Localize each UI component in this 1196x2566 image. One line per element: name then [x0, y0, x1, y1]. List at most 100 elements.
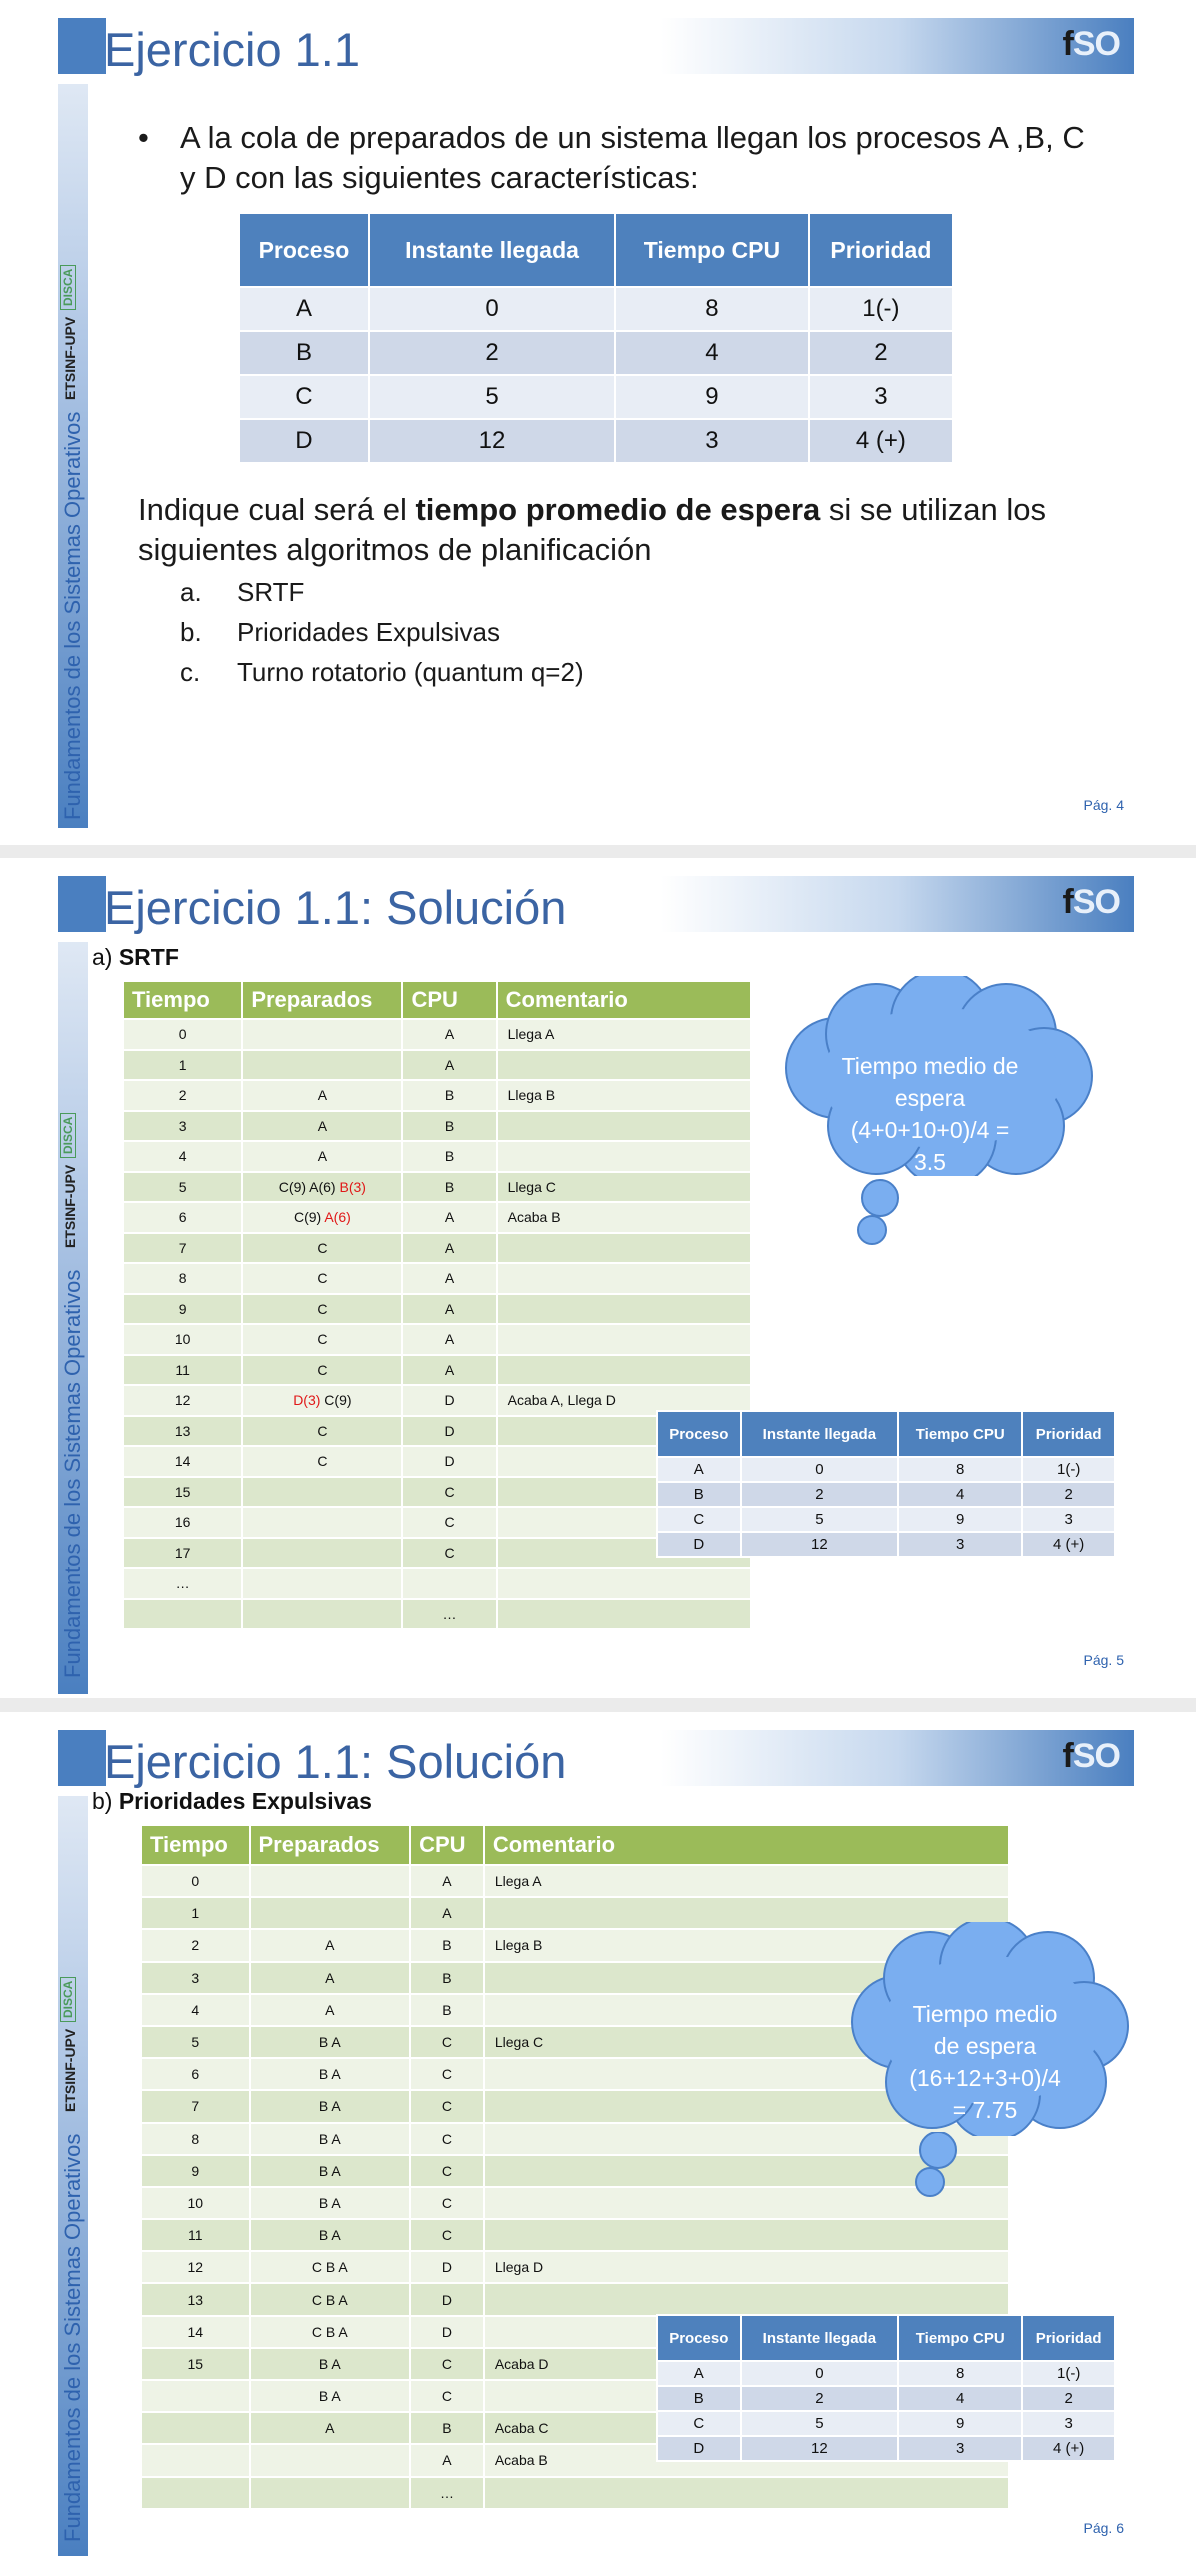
vertical-course-title: Fundamentos de los Sistemas Operativos — [60, 2133, 85, 2542]
table-cell: 2 — [739, 2385, 900, 2412]
table-row: 10 B AC — [140, 2185, 1011, 2221]
table-cell — [241, 1567, 404, 1600]
table-cell — [241, 1475, 404, 1508]
table-cell: A — [248, 1992, 412, 2027]
table-cell: 2 — [140, 1928, 251, 1963]
column-header: Preparados — [241, 980, 404, 1020]
table-cell: C — [241, 1445, 404, 1478]
column-header: Tiempo — [121, 980, 244, 1020]
table-cell: D — [401, 1414, 498, 1447]
table-cell: 12 — [140, 2250, 251, 2285]
table-cell: 0 — [739, 2360, 900, 2387]
table-cell: 8 — [121, 1262, 244, 1295]
table-cell: B — [656, 1481, 742, 1508]
column-header: Prioridad — [1021, 1410, 1116, 1458]
table-cell: 17 — [121, 1536, 244, 1569]
table-row: A 0 8 1(-) — [656, 1456, 1116, 1483]
vertical-course-title: Fundamentos de los Sistemas Operativos — [60, 1269, 85, 1678]
table-cell — [121, 1597, 244, 1630]
table-cell: 5 — [140, 2024, 251, 2060]
table-row: 5 C(9) A(6) B(3) B Llega C — [121, 1170, 753, 1203]
table-cell: 1 — [140, 1896, 251, 1931]
table-cell — [482, 2218, 1011, 2253]
table-cell: A — [401, 1262, 498, 1295]
table-row: … — [121, 1597, 753, 1630]
table-cell: C — [409, 2346, 485, 2382]
table-cell: A — [409, 1896, 485, 1931]
table-cell: A — [409, 1863, 485, 1899]
slide-title: Ejercicio 1.1 — [104, 23, 360, 76]
table-cell: B — [401, 1079, 498, 1112]
table-cell: A — [401, 1323, 498, 1356]
table-cell: B A — [248, 2089, 412, 2124]
process-table-small: Proceso Instante llegada Tiempo CPU Priorid… — [656, 2314, 1116, 2462]
table-row: 3AB — [121, 1109, 753, 1142]
table-row: 0 A Llega A — [140, 1863, 1011, 1899]
column-header: Prioridad — [1021, 2314, 1116, 2362]
table-cell: C — [241, 1262, 404, 1295]
thought-bubble-tail — [857, 1179, 899, 1245]
table-cell: B A — [248, 2218, 412, 2253]
table-cell: 4 (+) — [1021, 1531, 1116, 1558]
table-cell: B — [409, 1992, 485, 2027]
column-header: Instante llegada — [739, 2314, 900, 2362]
table-row: 11 C A — [121, 1353, 753, 1386]
table-cell: A — [248, 1928, 412, 1963]
fso-logo: fSO — [1062, 1737, 1121, 1775]
table-row: 9CA — [121, 1292, 753, 1325]
table-cell: A — [401, 1018, 498, 1051]
table-cell: 3 — [1021, 1506, 1116, 1533]
table-cell: 4 — [614, 330, 810, 376]
table-cell: Llega D — [482, 2250, 1011, 2285]
table-cell — [241, 1536, 404, 1569]
table-cell — [248, 2443, 412, 2478]
slide-page-6: Ejercicio 1.1: Solución fSO Fundamentos … — [0, 1712, 1196, 2566]
table-cell: … — [409, 2475, 485, 2510]
table-cell: C — [656, 2410, 742, 2437]
highlight-text: D(3) — [293, 1392, 321, 1409]
table-row: C593 — [238, 374, 955, 420]
table-cell: B A — [248, 2057, 412, 2092]
page-number: Pág. 4 — [1083, 797, 1124, 813]
table-cell: 14 — [140, 2314, 251, 2349]
table-cell: B — [401, 1109, 498, 1142]
table-cell: C — [656, 1506, 742, 1533]
table-cell: 8 — [140, 2121, 251, 2156]
table-cell: A — [401, 1231, 498, 1264]
table-cell: Llega A — [482, 1863, 1011, 1899]
table-cell: C(9) A(6) — [241, 1201, 404, 1234]
vertical-etsinf: ETSINF-UPV — [62, 1164, 78, 1248]
disca-logo: DISCA — [60, 1976, 76, 2022]
section-heading: a) SRTF — [92, 944, 179, 970]
table-cell: 7 — [121, 1231, 244, 1264]
table-cell: B — [401, 1140, 498, 1173]
column-header: Preparados — [248, 1824, 412, 1866]
table-cell: A — [238, 286, 370, 332]
table-cell: 6 — [121, 1201, 244, 1234]
table-row: 13 C B AD — [140, 2282, 1011, 2317]
table-cell: D — [409, 2250, 485, 2285]
fso-logo: fSO — [1062, 25, 1121, 63]
table-cell: B — [409, 1928, 485, 1963]
table-cell: A — [248, 2411, 412, 2446]
title-bar: Ejercicio 1.1 fSO — [58, 18, 1134, 76]
table-cell: C — [238, 374, 370, 420]
table-cell: D — [401, 1384, 498, 1417]
table-cell: A — [401, 1048, 498, 1081]
table-cell: 9 — [897, 2410, 1024, 2437]
table-cell: D — [409, 2282, 485, 2317]
table-cell: B A — [248, 2153, 412, 2188]
table-cell: C — [241, 1292, 404, 1325]
table-cell: 4 — [140, 1992, 251, 2027]
table-cell — [495, 1353, 753, 1386]
column-header: Tiempo — [140, 1824, 251, 1866]
table-cell: 14 — [121, 1445, 244, 1478]
table-row: 2 A B Llega B — [121, 1079, 753, 1112]
table-cell: 16 — [121, 1506, 244, 1539]
table-cell: C — [409, 2218, 485, 2253]
table-cell: D — [238, 418, 370, 464]
table-cell — [248, 1863, 412, 1899]
table-cell: 13 — [140, 2282, 251, 2317]
table-row: B242 — [238, 330, 955, 376]
bullet-dot: • — [138, 120, 149, 155]
